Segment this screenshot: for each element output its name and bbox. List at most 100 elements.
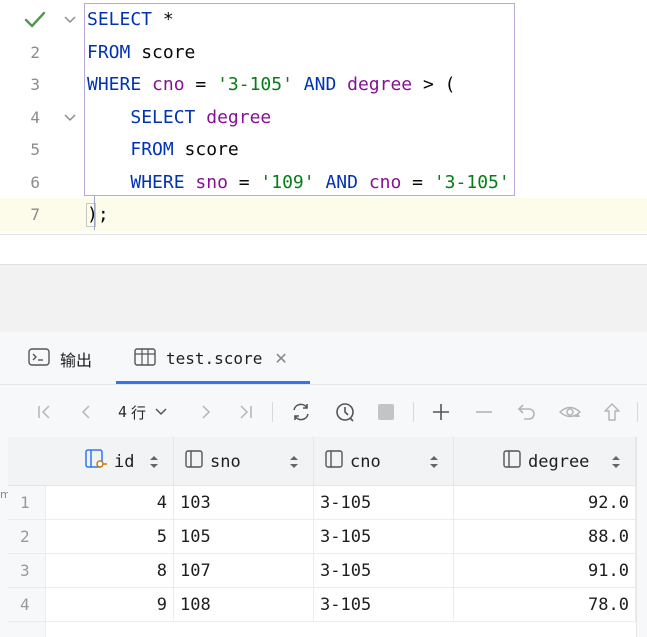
- results-grid[interactable]: id sno cno degree 1 4 103 3-105 92.0 2 5 105 3-1…: [8, 437, 647, 637]
- cell-degree[interactable]: 91.0: [454, 554, 636, 588]
- code-line[interactable]: SELECT *: [87, 3, 174, 36]
- toolbar-separator: [637, 402, 638, 422]
- view-eye-icon[interactable]: [558, 400, 582, 424]
- line-number: [0, 3, 50, 36]
- table-row[interactable]: 2 5 105 3-105 88.0: [8, 520, 647, 554]
- cell-degree[interactable]: 92.0: [454, 486, 636, 520]
- sql-column: sno: [195, 172, 228, 193]
- row-count: 4: [118, 403, 128, 421]
- line-number: 2: [30, 43, 40, 62]
- cell-cno[interactable]: 3-105: [314, 486, 454, 520]
- code-line[interactable]: WHERE cno = '3-105' AND degree > (: [87, 68, 456, 101]
- sql-text: *: [152, 9, 174, 30]
- sql-string: '3-105': [433, 172, 510, 193]
- sql-keyword: WHERE: [130, 172, 185, 193]
- sql-keyword: SELECT: [130, 107, 196, 128]
- close-icon[interactable]: ✕: [274, 349, 287, 368]
- code-line[interactable]: FROM score: [87, 133, 239, 166]
- add-row-icon[interactable]: [429, 400, 453, 424]
- cell-sno[interactable]: 107: [174, 554, 314, 588]
- refresh-icon[interactable]: [289, 400, 313, 424]
- cell-id[interactable]: 4: [46, 486, 174, 520]
- sql-column: cno: [152, 74, 185, 95]
- last-page-icon[interactable]: [234, 400, 258, 424]
- table-row[interactable]: 1 4 103 3-105 92.0: [8, 486, 647, 520]
- sql-text: =: [401, 172, 434, 193]
- row-number: 2: [20, 527, 30, 546]
- sort-icon[interactable]: [149, 454, 159, 474]
- toolbar-separator: [413, 402, 414, 422]
- fold-collapse-icon[interactable]: [62, 12, 78, 26]
- table-row[interactable]: 3 8 107 3-105 91.0: [8, 554, 647, 588]
- row-count-selector[interactable]: 4 行: [118, 400, 168, 424]
- column-header-id[interactable]: id: [46, 437, 174, 486]
- sql-keyword: FROM: [87, 42, 131, 63]
- sql-text: score: [173, 139, 239, 160]
- sql-keyword: SELECT: [87, 9, 153, 30]
- cell-sno[interactable]: 108: [174, 588, 314, 622]
- column-header-degree[interactable]: degree: [454, 437, 636, 486]
- key-column-icon: [84, 448, 108, 475]
- row-number: 1: [20, 493, 30, 512]
- column-header-label: id: [114, 451, 135, 472]
- table-row[interactable]: 4 9 108 3-105 78.0: [8, 588, 647, 622]
- sql-text: score: [130, 42, 196, 63]
- divider: [0, 234, 647, 235]
- previous-page-icon[interactable]: [74, 400, 98, 424]
- next-page-icon[interactable]: [194, 400, 218, 424]
- first-page-icon[interactable]: [32, 400, 56, 424]
- code-line[interactable]: SELECT degree: [87, 101, 271, 134]
- delete-row-icon[interactable]: [472, 400, 496, 424]
- sort-icon[interactable]: [611, 454, 621, 474]
- row-number: 4: [20, 595, 30, 614]
- tab-test-score-label: test.score: [166, 349, 263, 368]
- text-caret: [94, 196, 95, 230]
- cell-cno[interactable]: 3-105: [314, 520, 454, 554]
- cell-id[interactable]: 5: [46, 520, 174, 554]
- tab-output[interactable]: 输出: [28, 332, 92, 385]
- line-number: 7: [30, 205, 40, 224]
- cell-degree[interactable]: 78.0: [454, 588, 636, 622]
- history-clock-icon[interactable]: [333, 400, 357, 424]
- row-count-unit: 行: [131, 403, 147, 422]
- cell-sno[interactable]: 103: [174, 486, 314, 520]
- column-header-cno[interactable]: cno: [314, 437, 454, 486]
- cell-sno[interactable]: 105: [174, 520, 314, 554]
- sql-text: =: [184, 74, 218, 95]
- sql-text: =: [227, 172, 261, 193]
- sql-column: degree: [206, 107, 272, 128]
- submit-arrow-up-icon[interactable]: [600, 400, 624, 424]
- tab-test-score[interactable]: test.score ✕: [134, 332, 288, 385]
- sql-keyword: AND: [325, 172, 358, 193]
- line-number: 6: [30, 173, 40, 192]
- sort-icon[interactable]: [289, 454, 299, 474]
- code-line[interactable]: WHERE sno = '109' AND cno = '3-105': [87, 166, 510, 199]
- line-number: 5: [30, 140, 40, 159]
- cell-degree[interactable]: 88.0: [454, 520, 636, 554]
- cell-cno[interactable]: 3-105: [314, 588, 454, 622]
- sql-column: cno: [368, 172, 402, 193]
- sql-string: '3-105': [217, 74, 293, 95]
- sql-editor[interactable]: 234567 SELECT * FROM score WHERE cno = '3-…: [0, 0, 647, 234]
- fold-collapse-icon[interactable]: [62, 110, 78, 124]
- revert-icon[interactable]: [515, 400, 539, 424]
- sort-icon[interactable]: [429, 454, 439, 474]
- cell-id[interactable]: 8: [46, 554, 174, 588]
- tab-output-label: 输出: [60, 350, 93, 370]
- column-header-sno[interactable]: sno: [174, 437, 314, 486]
- toolbar-separator: [272, 402, 273, 422]
- cell-id[interactable]: 9: [46, 588, 174, 622]
- scrollbar-track[interactable]: [636, 437, 647, 637]
- cell-cno[interactable]: 3-105: [314, 554, 454, 588]
- column-icon: [324, 449, 344, 474]
- column-header-label: sno: [210, 451, 241, 472]
- grid-header: id sno cno degree: [8, 437, 647, 486]
- stop-icon[interactable]: [374, 400, 398, 424]
- code-line[interactable]: FROM score: [87, 36, 195, 69]
